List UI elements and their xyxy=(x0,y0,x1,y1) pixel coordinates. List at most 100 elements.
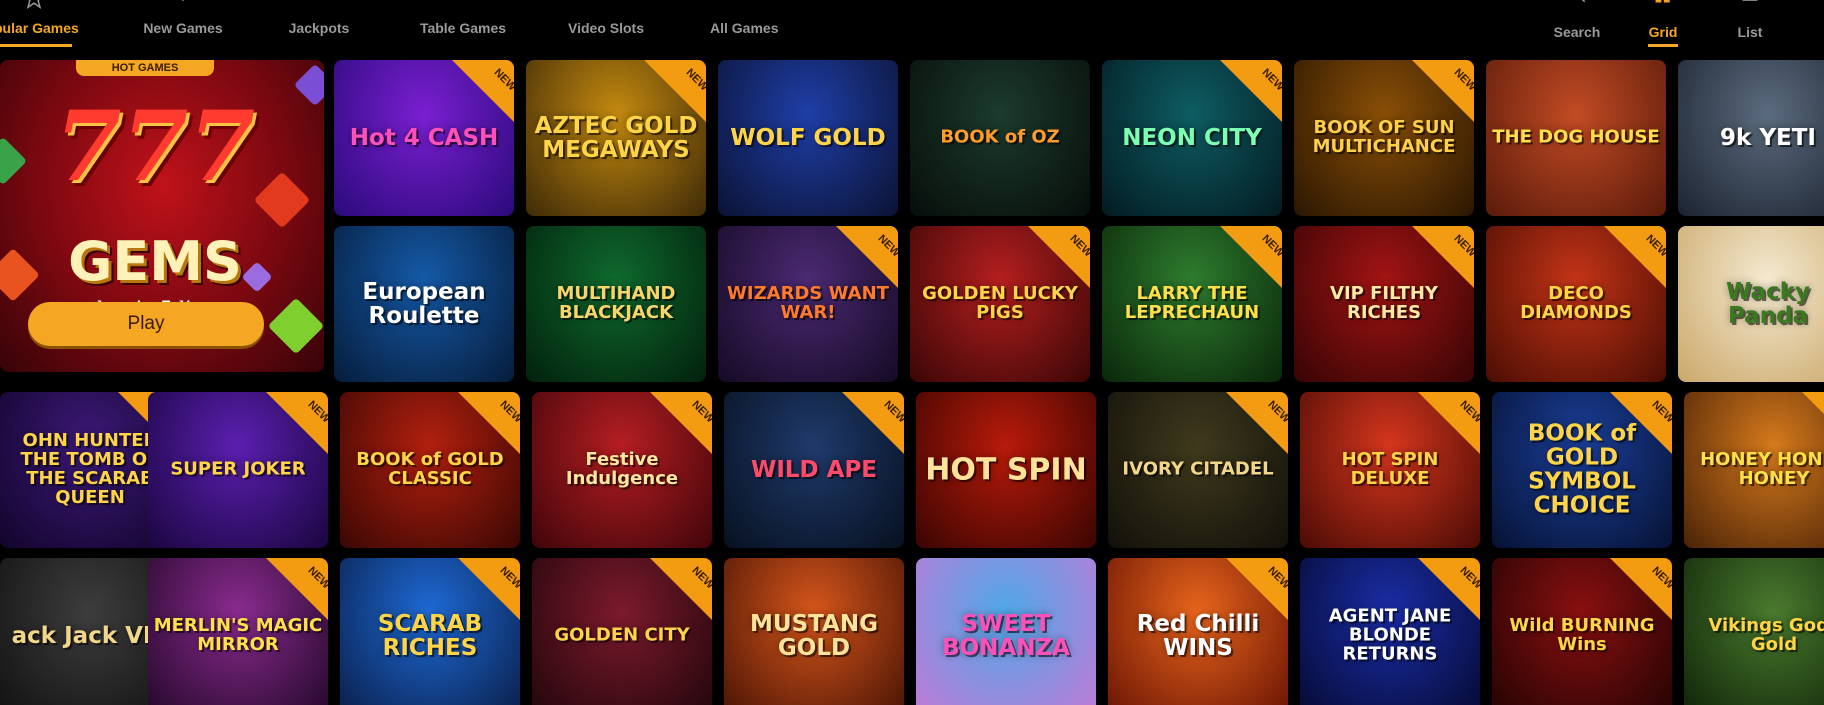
game-tile[interactable]: European Roulette xyxy=(334,226,514,382)
game-title: BOOK of OZ xyxy=(940,126,1060,148)
game-title: GOLDEN CITY xyxy=(554,624,690,646)
game-tile[interactable]: BOOK OF SUN MULTICHANCE NEW xyxy=(1294,60,1474,216)
new-badge: NEW xyxy=(1028,226,1090,288)
new-badge: NEW xyxy=(458,392,520,454)
game-title: WIZARDS WANT WAR! xyxy=(727,283,889,323)
game-tile[interactable]: MUSTANG GOLD xyxy=(724,558,904,705)
tab-jackpots[interactable]: Jackpots xyxy=(284,0,354,50)
cards-icon xyxy=(452,0,474,10)
game-title: WOLF GOLD xyxy=(730,124,886,151)
game-tile[interactable]: HOT SPIN xyxy=(916,392,1096,548)
tab-new-games[interactable]: New Games xyxy=(140,0,226,50)
hero-logo-777: 777 xyxy=(54,90,256,203)
game-tile[interactable]: BOOK of OZ xyxy=(910,60,1090,216)
new-badge: NEW xyxy=(266,558,328,620)
new-badge: NEW xyxy=(1226,392,1288,454)
game-title: BOOK OF SUN MULTICHANCE xyxy=(1312,117,1456,157)
list-view-button[interactable]: List xyxy=(1732,0,1768,50)
hot-games-badge: HOT GAMES xyxy=(76,60,214,76)
new-badge: NEW xyxy=(1418,392,1480,454)
game-title: HONEY HONEY HONEY xyxy=(1700,449,1824,489)
game-tile[interactable]: Red Chilli WINS NEW xyxy=(1108,558,1288,705)
grid-view-button[interactable]: Grid xyxy=(1640,0,1686,50)
game-tile[interactable]: WOLF GOLD xyxy=(718,60,898,216)
game-tile[interactable]: MULTIHAND BLACKJACK xyxy=(526,226,706,382)
new-badge: NEW xyxy=(1610,558,1672,620)
game-title: IVORY CITADEL xyxy=(1122,458,1274,480)
game-tile[interactable]: THE DOG HOUSE xyxy=(1486,60,1666,216)
search-label: Search xyxy=(1553,24,1601,40)
grid-view-icon xyxy=(1655,0,1670,3)
game-tile[interactable]: WILD APE NEW xyxy=(724,392,904,548)
game-tile[interactable]: HOT SPIN DELUXE NEW xyxy=(1300,392,1480,548)
tab-label: New Games xyxy=(143,20,223,36)
tab-video-slots[interactable]: Video Slots xyxy=(568,0,644,50)
game-title: WILD APE xyxy=(750,456,878,483)
tab-label: Video Slots xyxy=(568,20,644,36)
tab-label: Jackpots xyxy=(288,20,350,36)
category-nav: pular Games New Games Jackpots Table Gam… xyxy=(0,0,1824,50)
game-tile[interactable]: BOOK of GOLD CLASSIC NEW xyxy=(340,392,520,548)
game-tile[interactable]: VIP FILTHY RICHES NEW xyxy=(1294,226,1474,382)
game-tile[interactable]: Vikings Gods Gold xyxy=(1684,558,1824,705)
game-tile[interactable]: HONEY HONEY HONEYNEW xyxy=(1684,392,1824,548)
game-title: SWEET BONANZA xyxy=(942,610,1070,661)
game-title: NEON CITY xyxy=(1122,124,1262,151)
gem-icon xyxy=(0,248,40,302)
game-title: THE DOG HOUSE xyxy=(1492,126,1660,148)
game-tile[interactable]: DECO DIAMONDS NEW xyxy=(1486,226,1666,382)
game-title: DECO DIAMONDS xyxy=(1520,283,1632,323)
play-button[interactable]: Play xyxy=(28,302,264,346)
tab-table-games[interactable]: Table Games xyxy=(418,0,508,50)
new-badge: NEW xyxy=(1802,392,1824,454)
game-tile[interactable]: BOOK of GOLD SYMBOL CHOICE NEW xyxy=(1492,392,1672,548)
game-tile[interactable]: Wild BURNING Wins NEW xyxy=(1492,558,1672,705)
new-badge: NEW xyxy=(1220,60,1282,122)
new-badge: NEW xyxy=(1412,60,1474,122)
game-tile[interactable]: SUPER JOKER NEW xyxy=(148,392,328,548)
active-view-indicator xyxy=(1648,44,1678,47)
search-icon xyxy=(1581,0,1586,3)
game-tile[interactable]: IVORY CITADEL NEW xyxy=(1108,392,1288,548)
new-badge: NEW xyxy=(650,558,712,620)
game-tile[interactable]: SCARAB RICHES NEW xyxy=(340,558,520,705)
game-title: HOT SPIN xyxy=(925,452,1087,488)
grid-icon xyxy=(732,0,754,10)
game-title: Hot 4 CASH xyxy=(349,124,499,151)
new-badge: NEW xyxy=(650,392,712,454)
game-tile[interactable]: GOLDEN CITY NEW xyxy=(532,558,712,705)
tab-label: pular Games xyxy=(0,20,79,36)
game-title: BOOK of GOLD CLASSIC xyxy=(356,449,504,489)
tab-label: Table Games xyxy=(419,20,507,36)
new-badge: NEW xyxy=(266,392,328,454)
active-tab-indicator xyxy=(0,44,72,47)
game-tile[interactable]: Festive Indulgence NEW xyxy=(532,392,712,548)
game-tile[interactable]: GOLDEN LUCKY PIGS NEW xyxy=(910,226,1090,382)
slot-icon xyxy=(594,0,616,10)
grid-label: Grid xyxy=(1648,24,1678,40)
tab-label: All Games xyxy=(710,20,779,36)
game-title: 9k YETI xyxy=(1720,124,1816,151)
game-tile[interactable]: NEON CITY NEW xyxy=(1102,60,1282,216)
game-tile[interactable]: LARRY THE LEPRECHAUN NEW xyxy=(1102,226,1282,382)
game-tile[interactable]: Hot 4 CASH NEW xyxy=(334,60,514,216)
tab-popular-games[interactable]: pular Games xyxy=(0,0,79,50)
game-tile[interactable]: WIZARDS WANT WAR! NEW xyxy=(718,226,898,382)
game-title: VIP FILTHY RICHES xyxy=(1330,283,1438,323)
new-badge: NEW xyxy=(1220,226,1282,288)
chevron-down-icon xyxy=(181,0,185,2)
star-icon xyxy=(26,0,42,9)
gem-icon xyxy=(293,63,324,107)
game-tile[interactable]: AZTEC GOLD MEGAWAYS NEW xyxy=(526,60,706,216)
new-badge: NEW xyxy=(1226,558,1288,620)
game-title: GOLDEN LUCKY PIGS xyxy=(922,283,1078,323)
new-badge: NEW xyxy=(452,60,514,122)
tab-all-games[interactable]: All Games xyxy=(710,0,779,50)
game-tile[interactable]: AGENT JANE BLONDE RETURNS NEW xyxy=(1300,558,1480,705)
game-tile[interactable]: MERLIN'S MAGIC MIRROR NEW xyxy=(148,558,328,705)
game-tile[interactable]: Wacky Panda xyxy=(1678,226,1824,382)
game-tile[interactable]: 9k YETI xyxy=(1678,60,1824,216)
search-button[interactable]: Search xyxy=(1546,0,1608,50)
list-label: List xyxy=(1737,24,1763,40)
game-tile[interactable]: SWEET BONANZA xyxy=(916,558,1096,705)
